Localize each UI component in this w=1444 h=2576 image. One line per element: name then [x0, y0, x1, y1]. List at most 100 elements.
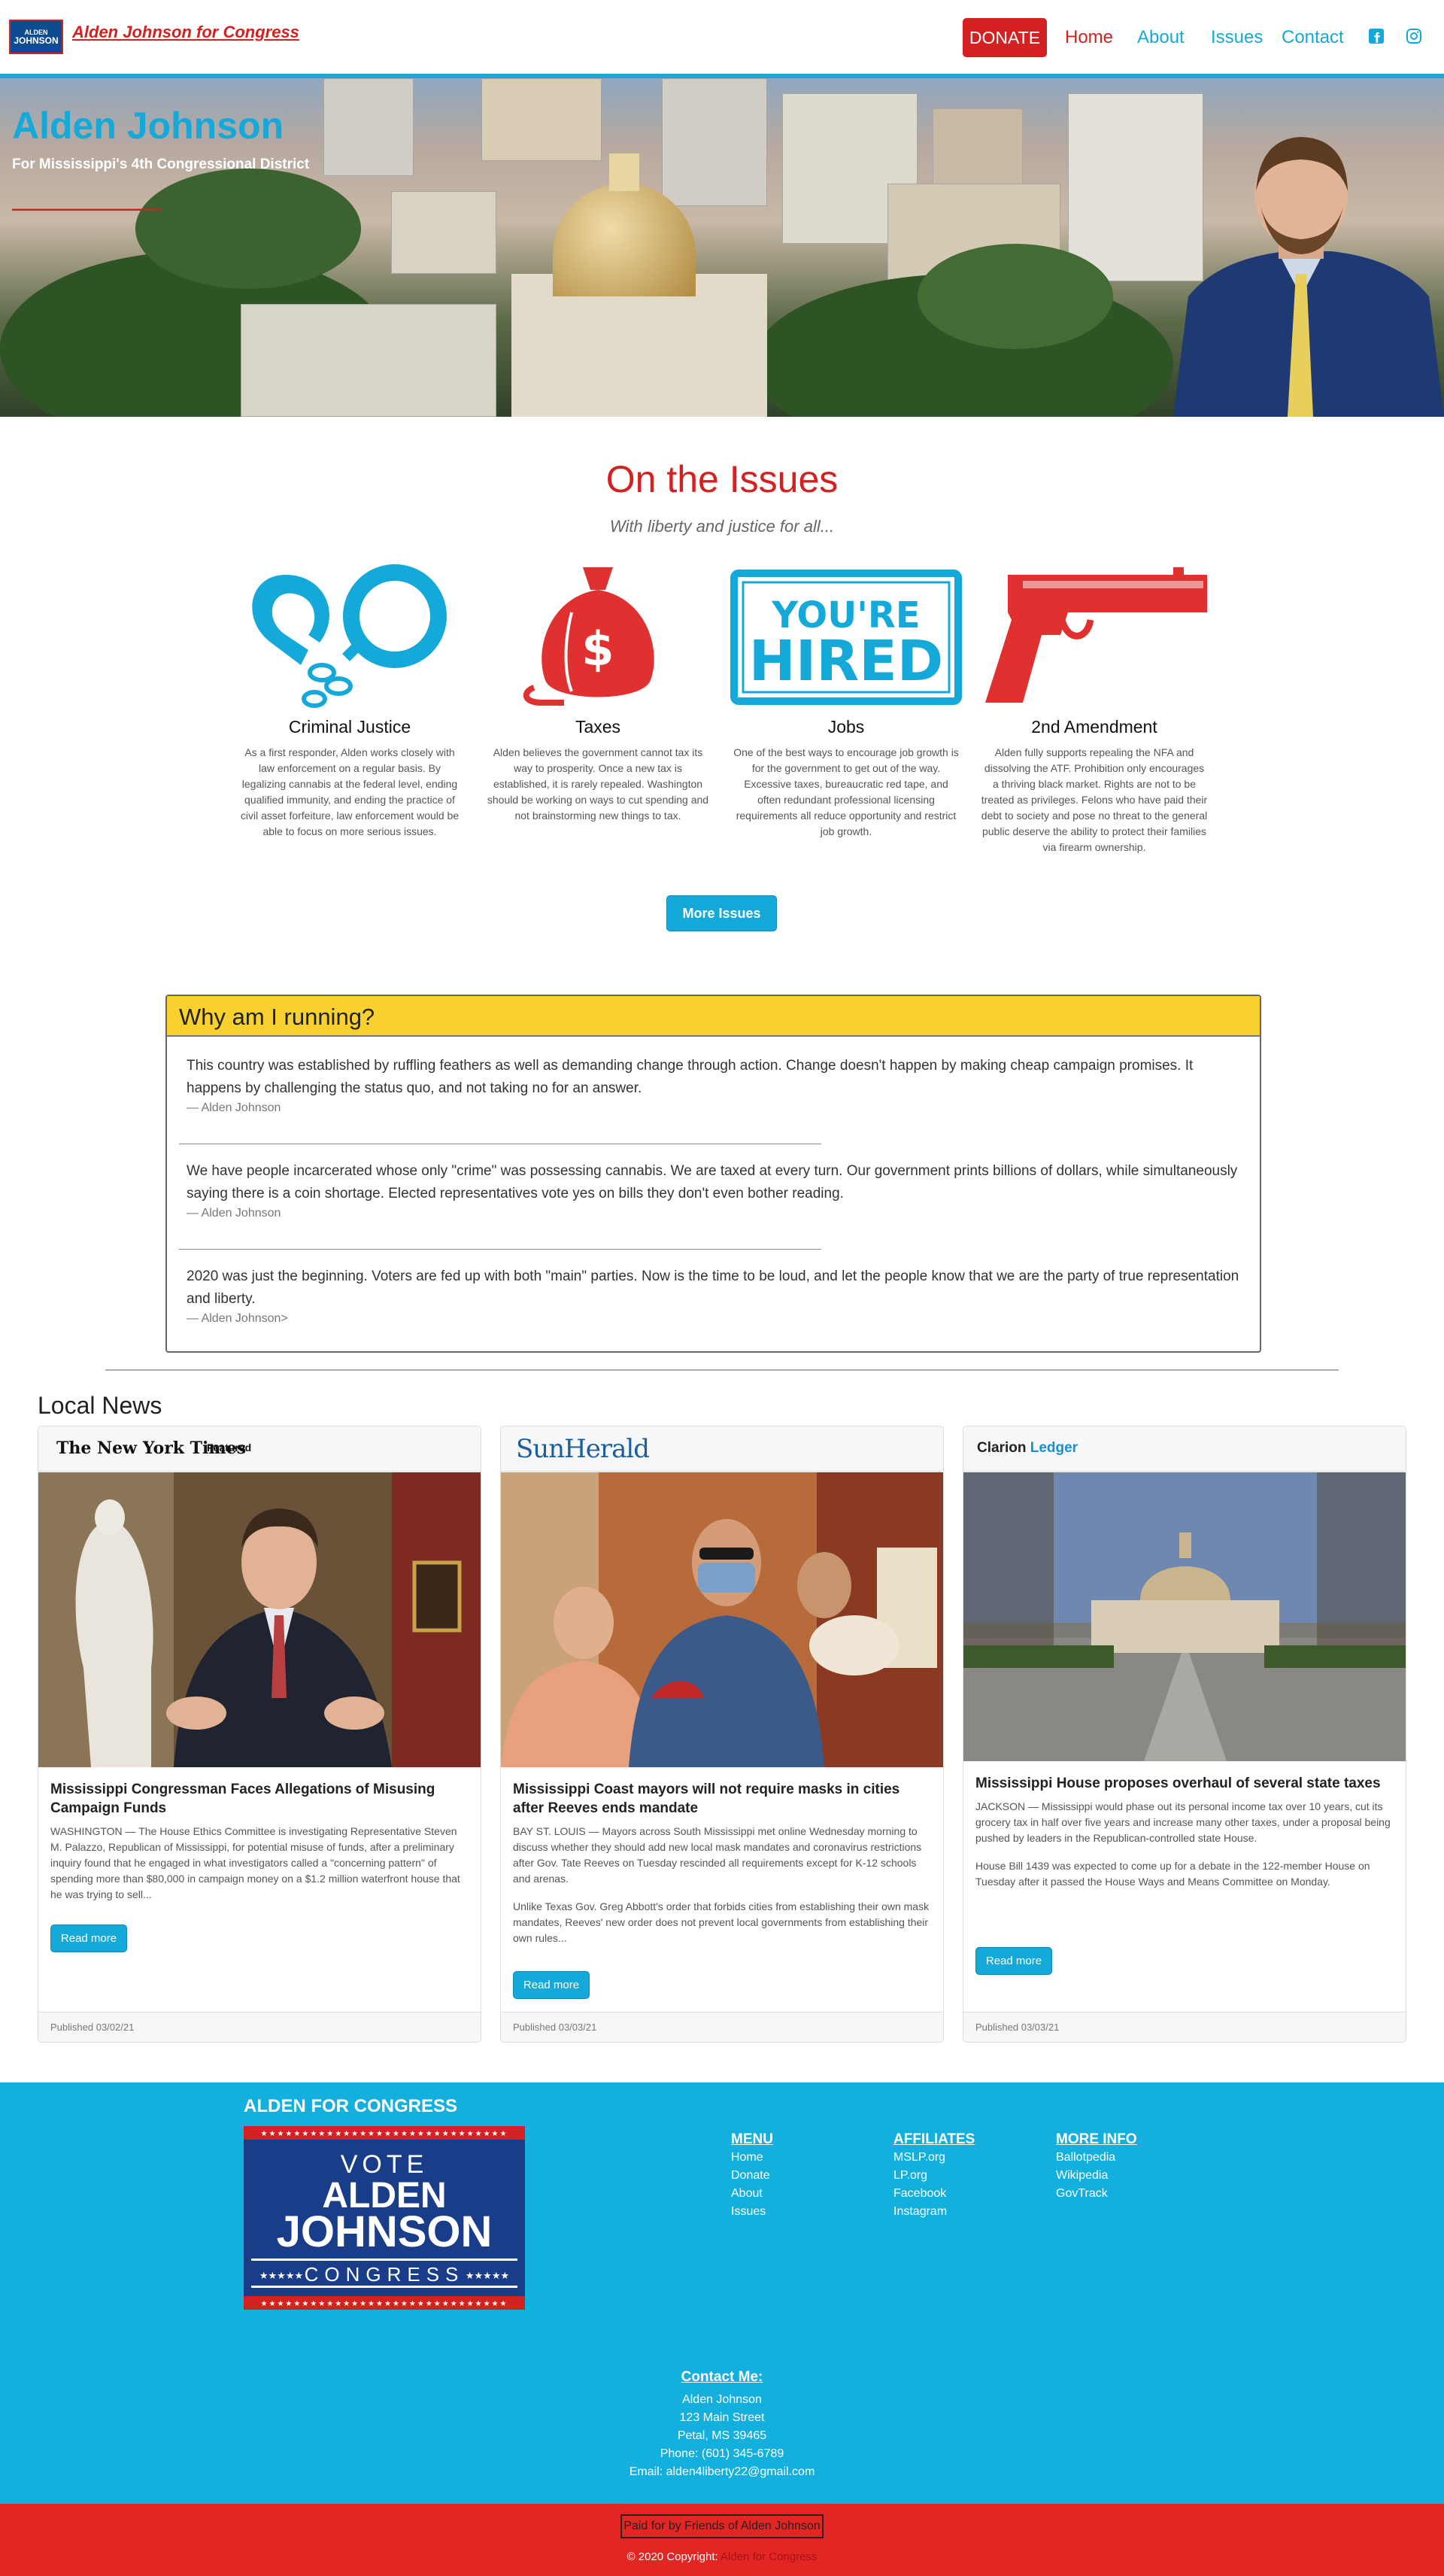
footer-menu: MENU Home Donate About Issues — [731, 2131, 773, 2221]
footer-link[interactable]: MSLP.org — [893, 2149, 975, 2167]
youre-hired-stamp-icon: YOU'RE HIRED — [730, 570, 962, 705]
money-bag-icon: $ — [523, 567, 654, 706]
vote-alden-johnson-logo: ★★★★★★★★★★★★★★★★★★★★★★★★★★★★★★ ★★★★★★★★★… — [244, 2126, 525, 2310]
contact-street: 123 Main Street — [679, 2411, 765, 2424]
issue-text: One of the best ways to encourage job gr… — [733, 746, 959, 837]
logo-last-name: JOHNSON — [14, 35, 59, 46]
svg-text:CONGRESS: CONGRESS — [305, 2263, 465, 2286]
issue-card-jobs: YOU'RE HIRED Jobs One of the best ways t… — [730, 560, 963, 840]
news-card-nyt: The New York Times Featured Mississippi … — [38, 1426, 481, 2043]
card-header: The New York Times Featured — [38, 1426, 481, 1472]
issues-title: On the Issues — [605, 458, 839, 500]
contact-email[interactable]: Email: alden4liberty22@gmail.com — [0, 2463, 1444, 2481]
footer-link[interactable]: Ballotpedia — [1056, 2149, 1137, 2167]
svg-text:★★★★★: ★★★★★ — [259, 2271, 303, 2282]
facebook-icon[interactable] — [1367, 27, 1385, 45]
card-body: Mississippi Congressman Faces Allegation… — [50, 1780, 470, 1915]
svg-text:VOTE: VOTE — [341, 2150, 429, 2179]
copyright-link[interactable]: Alden for Congress — [720, 2550, 817, 2563]
quote-item: 2020 was just the beginning. Voters are … — [187, 1265, 1239, 1326]
copyright: © 2020 Copyright: Alden for Congress — [626, 2550, 818, 2563]
quote-author: — Alden Johnson — [187, 1207, 281, 1220]
news-headline[interactable]: Mississippi Coast mayors will not requir… — [513, 1780, 933, 1818]
news-excerpt: Unlike Texas Gov. Greg Abbott's order th… — [513, 1900, 930, 1944]
logo-first-name: ALDEN — [24, 28, 48, 36]
contact-name: Alden Johnson — [682, 2393, 762, 2406]
footer-link[interactable]: LP.org — [893, 2167, 975, 2185]
card-header: Clarion Ledger — [963, 1426, 1406, 1472]
instagram-icon[interactable] — [1405, 27, 1423, 45]
footer-more-heading: MORE INFO — [1056, 2131, 1137, 2147]
read-more-button[interactable]: Read more — [50, 1924, 127, 1952]
quote-author: — Alden Johnson — [187, 1101, 281, 1114]
footer-affiliates-heading: AFFILIATES — [893, 2131, 975, 2147]
news-excerpt: JACKSON — Mississippi would phase out it… — [975, 1800, 1391, 1844]
svg-text:$: $ — [581, 621, 614, 676]
issue-card-criminal-justice: Criminal Justice As a first responder, A… — [233, 560, 466, 840]
more-issues-button[interactable]: More Issues — [666, 895, 777, 931]
svg-text:★★★★★★★★★★★★★★★★★★★★★★★★★★★★★★: ★★★★★★★★★★★★★★★★★★★★★★★★★★★★★★ — [261, 2130, 508, 2138]
hero-title: Alden Johnson — [12, 105, 284, 147]
bottom-bar: Paid for by Friends of Alden Johnson © 2… — [0, 2504, 1444, 2576]
campaign-logo[interactable]: ALDEN JOHNSON — [9, 20, 63, 54]
donate-button[interactable]: DONATE — [963, 18, 1047, 57]
nav-link-about[interactable]: About — [1137, 27, 1185, 48]
handcuffs-icon — [252, 564, 447, 708]
footer-link[interactable]: Home — [731, 2149, 773, 2167]
published-date: Published 03/02/21 — [38, 2012, 481, 2042]
footer-title: ALDEN FOR CONGRESS — [244, 2096, 458, 2116]
quote-author: — Alden Johnson> — [187, 1312, 288, 1325]
published-date: Published 03/03/21 — [501, 2012, 943, 2042]
footer-affiliates: AFFILIATES MSLP.org LP.org Facebook Inst… — [893, 2131, 975, 2221]
why-running-title: Why am I running? — [167, 996, 1260, 1037]
contact-phone[interactable]: Phone: (601) 345-6789 — [0, 2445, 1444, 2463]
nav-link-issues[interactable]: Issues — [1211, 27, 1263, 48]
issues-subtitle: With liberty and justice for all... — [609, 517, 835, 536]
candidate-photo — [1173, 137, 1444, 417]
footer-more-info: MORE INFO Ballotpedia Wikipedia GovTrack — [1056, 2131, 1137, 2203]
issue-name: Criminal Justice — [288, 717, 411, 737]
quote-text: 2020 was just the beginning. Voters are … — [187, 1268, 1239, 1307]
local-news-title: Local News — [38, 1392, 162, 1419]
svg-text:★★★★★★★★★★★★★★★★★★★★★★★★★★★★★★: ★★★★★★★★★★★★★★★★★★★★★★★★★★★★★★ — [261, 2300, 508, 2308]
footer-link[interactable]: Facebook — [893, 2185, 975, 2203]
brand-link[interactable]: Alden Johnson for Congress — [72, 23, 299, 42]
why-running-panel: Why am I running? This country was estab… — [165, 995, 1261, 1353]
footer-link[interactable]: GovTrack — [1056, 2185, 1137, 2203]
read-more-button[interactable]: Read more — [975, 1947, 1052, 1975]
hero-banner: Alden Johnson For Mississippi's 4th Cong… — [0, 78, 1444, 417]
news-headline[interactable]: Mississippi House proposes overhaul of s… — [975, 1774, 1395, 1793]
footer-link[interactable]: Donate — [731, 2167, 773, 2185]
pistol-icon — [985, 567, 1207, 703]
section-divider — [105, 1369, 1339, 1371]
issue-text: As a first responder, Alden works closel… — [240, 746, 460, 837]
footer-link[interactable]: Issues — [731, 2203, 773, 2221]
news-excerpt: WASHINGTON — The House Ethics Committee … — [50, 1825, 460, 1900]
news-image — [963, 1472, 1406, 1761]
news-headline[interactable]: Mississippi Congressman Faces Allegation… — [50, 1780, 470, 1818]
footer-link[interactable]: Wikipedia — [1056, 2167, 1137, 2185]
footer-link[interactable]: Instagram — [893, 2203, 975, 2221]
source-logo-clarion-ledger: Clarion Ledger — [977, 1440, 1078, 1456]
quote-text: We have people incarcerated whose only "… — [187, 1163, 1238, 1201]
nav-link-home[interactable]: Home — [1065, 27, 1113, 48]
nav-link-contact[interactable]: Contact — [1282, 27, 1344, 48]
footer-link[interactable]: About — [731, 2185, 773, 2203]
issue-card-taxes: $ Taxes Alden believes the government ca… — [481, 560, 714, 824]
news-card-clarion-ledger: Clarion Ledger Mississippi House propose… — [963, 1426, 1406, 2043]
issue-name: Jobs — [827, 717, 865, 737]
paid-for-notice: Paid for by Friends of Alden Johnson — [620, 2514, 824, 2538]
read-more-button[interactable]: Read more — [513, 1971, 590, 1999]
svg-text:★★★★★: ★★★★★ — [466, 2271, 509, 2282]
issue-name: Taxes — [575, 717, 621, 737]
footer: ALDEN FOR CONGRESS ★★★★★★★★★★★★★★★★★★★★★… — [0, 2082, 1444, 2504]
hero-tagline: ━━━━━━━━━━━━━━━━━━━━━━ — [12, 204, 162, 217]
quote-text: This country was established by ruffling… — [187, 1058, 1194, 1096]
featured-badge: Featured — [207, 1441, 252, 1454]
issue-name: 2nd Amendment — [1031, 717, 1157, 737]
issue-card-2nd-amendment: 2nd Amendment Alden fully supports repea… — [978, 560, 1211, 855]
news-image — [501, 1472, 943, 1767]
source-logo-sunherald: SunHerald — [516, 1434, 650, 1464]
quote-item: We have people incarcerated whose only "… — [187, 1160, 1239, 1220]
issue-text: Alden believes the government cannot tax… — [487, 746, 709, 822]
